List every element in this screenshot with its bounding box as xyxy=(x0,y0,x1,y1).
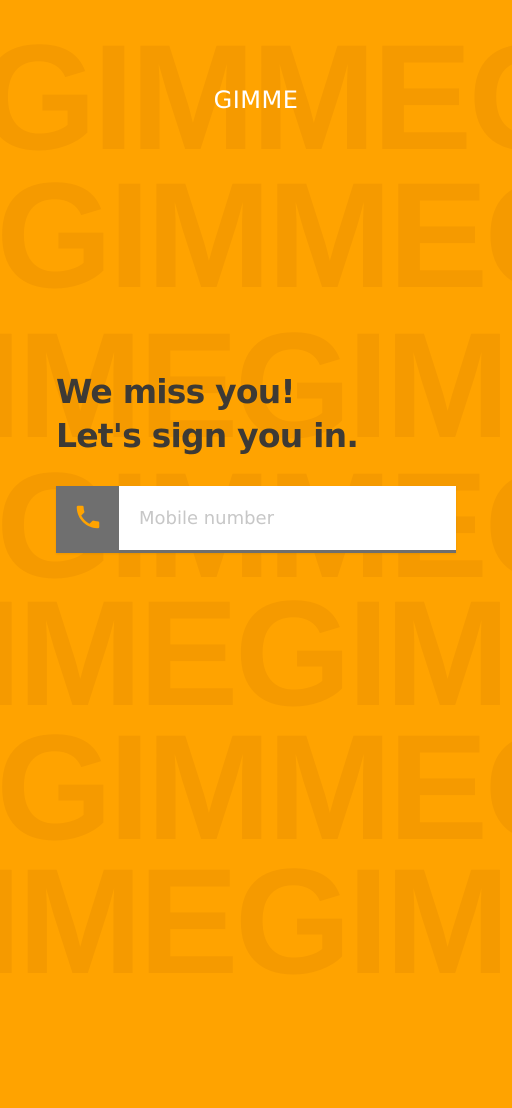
mobile-number-input[interactable] xyxy=(119,486,456,553)
background-pattern: GIMMEGIMME GIMMEGIMME IMEGIMMEG GIMMEGIM… xyxy=(0,0,512,1108)
phone-icon xyxy=(73,502,103,537)
background-word-row: GIMMEGIMME xyxy=(0,703,512,871)
welcome-headline: We miss you! Let's sign you in. xyxy=(56,370,476,458)
headline-line-2: Let's sign you in. xyxy=(56,416,359,455)
phone-icon-container xyxy=(56,486,119,553)
background-word-row: IMEGIMMEG xyxy=(0,837,512,1005)
background-word-row: IMEGIMMEG xyxy=(0,569,512,737)
headline-line-1: We miss you! xyxy=(56,372,296,411)
background-word-row: GIMMEGIMME xyxy=(0,151,512,319)
app-logo: GIMME xyxy=(213,86,299,114)
mobile-number-field xyxy=(56,486,456,553)
